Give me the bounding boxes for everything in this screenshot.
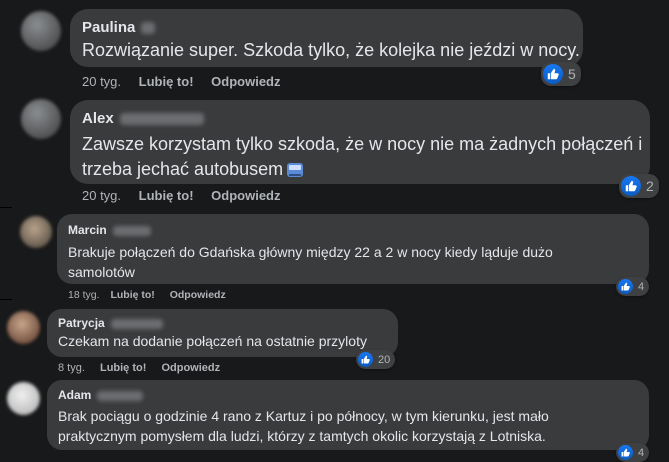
like-link[interactable]: Lubię to! — [139, 74, 194, 89]
divider — [0, 207, 12, 208]
comment-text: Zawsze korzystam tylko szkoda, że w nocy… — [82, 132, 643, 182]
comment-bubble: Adam Brak pociągu o godzinie 4 rano z Ka… — [47, 380, 649, 450]
comment-text-line: praktycznym pomysłem dla ludzi, którzy z… — [58, 428, 546, 444]
divider — [0, 299, 12, 300]
redacted-surname — [141, 22, 156, 35]
comment-timestamp[interactable]: 18 tyg. — [68, 289, 100, 301]
comment-actions: 20 tyg. Lubię to! Odpowiedz — [82, 188, 295, 203]
comment-text: Czekam na dodanie połączeń na ostatnie p… — [58, 333, 367, 349]
redacted-surname — [112, 225, 151, 236]
avatar[interactable] — [21, 99, 61, 139]
comment-author[interactable]: Adam — [58, 388, 638, 402]
comment-text-line: Brakuje połączeń do Gdańska główny międz… — [68, 244, 553, 260]
like-reaction-icon — [621, 176, 641, 196]
reply-link[interactable]: Odpowiedz — [211, 188, 280, 203]
comment-actions: 8 tyg. Lubię to! Odpowiedz — [58, 362, 234, 374]
reaction-count: 5 — [568, 66, 576, 82]
like-link[interactable]: Lubię to! — [110, 289, 154, 301]
reaction-count: 20 — [378, 353, 391, 366]
comment-author[interactable]: Patrycja — [58, 316, 387, 330]
comment-text: Brakuje połączeń do Gdańska główny międz… — [68, 242, 638, 282]
comment-text: Rozwiązanie super. Szkoda tylko, że kole… — [82, 40, 580, 60]
comment-text-line: samolotów — [68, 264, 135, 280]
comment-timestamp[interactable]: 8 tyg. — [58, 362, 85, 374]
redacted-surname — [97, 390, 144, 401]
reaction-count-badge[interactable]: 5 — [541, 62, 581, 86]
like-reaction-icon — [618, 445, 633, 460]
redacted-surname — [119, 113, 204, 126]
comment-text: Brak pociągu o godzinie 4 rano z Kartuz … — [58, 406, 638, 446]
comment-author[interactable]: Alex — [82, 110, 638, 127]
reply-link[interactable]: Odpowiedz — [170, 289, 226, 301]
comment-text-line: trzeba jechać autobusem — [82, 159, 284, 179]
reaction-count-badge[interactable]: 4 — [616, 443, 650, 462]
like-reaction-icon — [358, 352, 373, 367]
comment-text-line: Zawsze korzystam tylko szkoda, że w nocy… — [82, 134, 643, 154]
comment-bubble: Paulina Rozwiązanie super. Szkoda tylko,… — [70, 9, 583, 67]
redacted-surname — [110, 318, 163, 329]
reaction-count: 4 — [638, 280, 645, 293]
reaction-count-badge[interactable]: 2 — [619, 174, 659, 198]
comment-timestamp[interactable]: 20 tyg. — [82, 188, 121, 203]
like-link[interactable]: Lubię to! — [139, 188, 194, 203]
comment-bubble: Alex Zawsze korzystam tylko szkoda, że w… — [70, 100, 650, 184]
like-reaction-icon — [618, 279, 633, 294]
comment-bubble: Marcin Brakuje połączeń do Gdańska główn… — [57, 214, 649, 284]
comment-actions: 20 tyg. Lubię to! Odpowiedz — [82, 74, 295, 89]
bus-icon — [287, 163, 304, 177]
avatar[interactable] — [7, 311, 40, 344]
avatar[interactable] — [21, 11, 61, 51]
comment-bubble: Patrycja Czekam na dodanie połączeń na o… — [47, 309, 398, 357]
reply-link[interactable]: Odpowiedz — [211, 74, 280, 89]
comment-text-line: Brak pociągu o godzinie 4 rano z Kartuz … — [58, 408, 549, 424]
like-link[interactable]: Lubię to! — [100, 362, 146, 374]
comment-timestamp[interactable]: 20 tyg. — [82, 74, 121, 89]
avatar[interactable] — [20, 216, 52, 248]
reaction-count-badge[interactable]: 20 — [356, 350, 396, 369]
comment-author[interactable]: Marcin — [68, 223, 638, 237]
comment-actions: 18 tyg. Lubię to! Odpowiedz — [68, 289, 240, 301]
like-reaction-icon — [543, 64, 563, 84]
reply-link[interactable]: Odpowiedz — [161, 362, 220, 374]
comment-author[interactable]: Paulina — [82, 19, 571, 36]
reaction-count: 2 — [646, 178, 654, 194]
avatar[interactable] — [7, 382, 40, 415]
reaction-count-badge[interactable]: 4 — [616, 277, 650, 296]
